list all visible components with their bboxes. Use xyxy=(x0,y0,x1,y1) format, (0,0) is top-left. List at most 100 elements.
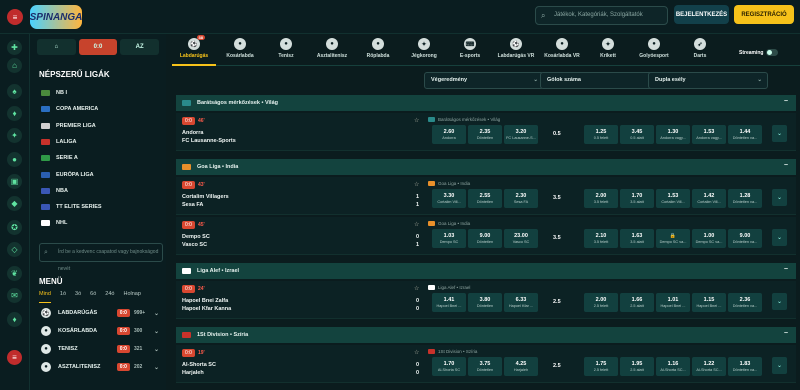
expand-markets-button[interactable]: ⌄ xyxy=(772,357,787,374)
sports-icon[interactable]: ● xyxy=(7,152,22,167)
match-row[interactable]: 0:0 43' Cortalim Villagers Sesa FA 1 1 ☆ Goa Li… xyxy=(176,177,796,215)
search-input[interactable]: ⌕ Játékok, Kategóriák, Szolgáltatók xyxy=(535,6,668,25)
away-team[interactable]: Harjaleh xyxy=(182,370,204,376)
home-team[interactable]: Al-Shorta SC xyxy=(182,362,216,368)
double-chance-button[interactable]: 1.42 Cortalim Vill... xyxy=(692,189,726,208)
time-filter-all[interactable]: Mind xyxy=(39,291,51,303)
away-team[interactable]: Sesa FA xyxy=(182,202,203,208)
vip-icon[interactable]: ♦ xyxy=(7,312,22,327)
goals-odds-button[interactable]: 1.25 0.5 felett xyxy=(584,125,618,144)
live-sports-icon[interactable]: ▣ xyxy=(7,174,22,189)
chevron-down-icon[interactable]: ⌄ xyxy=(154,364,159,371)
sport-tab-0[interactable]: ⚽ 38 Labdarúgás xyxy=(172,35,216,66)
time-filter-1h[interactable]: 1ó xyxy=(60,291,66,303)
sport-tab-1[interactable]: ● Kosárlabda xyxy=(218,38,262,66)
double-chance-button[interactable]: 1.28 Döntetlen va... xyxy=(728,189,762,208)
double-chance-button[interactable]: 2.36 Döntetlen va... xyxy=(728,293,762,312)
time-filter-tomorrow[interactable]: Holnap xyxy=(123,291,140,303)
goals-odds-button[interactable]: 1.66 2.5 alatt xyxy=(620,293,654,312)
collapse-icon[interactable]: − xyxy=(784,266,788,273)
odds-button[interactable]: 3.30 Cortalim Vill... xyxy=(432,189,466,208)
login-button[interactable]: BEJELENTKEZÉS xyxy=(674,5,729,24)
sidebar-league-item[interactable]: SERIE A xyxy=(41,151,78,165)
odds-button[interactable]: 4.25 Harjaleh xyxy=(504,357,538,376)
odds-button[interactable]: 3.80 Döntetlen xyxy=(468,293,502,312)
language-flag-icon[interactable]: ≡ xyxy=(7,350,22,365)
odds-button[interactable]: 2.60 Andorra xyxy=(432,125,466,144)
double-chance-button[interactable]: 1.15 Hapoel Bnei ... xyxy=(692,293,726,312)
double-chance-button[interactable]: 9.00 Döntetlen va... xyxy=(728,229,762,248)
logo[interactable]: SPINANGA xyxy=(30,5,82,29)
chevron-down-icon[interactable]: ⌄ xyxy=(154,310,159,317)
odds-button[interactable]: 9.00 Döntetlen xyxy=(468,229,502,248)
favorite-star-icon[interactable]: ☆ xyxy=(414,181,419,188)
sidebar-league-item[interactable]: LALIGA xyxy=(41,135,76,149)
sidebar-sport-item[interactable]: ⚽ LABDARÚGÁS 0:0 999+ ⌄ xyxy=(41,306,159,320)
sport-tab-2[interactable]: ● Tenisz xyxy=(264,38,308,66)
double-chance-button[interactable]: 1.83 Döntetlen va... xyxy=(728,357,762,376)
match-row[interactable]: 0:0 24' Hapoel Bnei Zalfa Hapoel Kfar Kanna… xyxy=(176,281,796,319)
sport-tab-8[interactable]: ● Kosárlabda VR xyxy=(540,38,584,66)
chevron-down-icon[interactable]: ⌄ xyxy=(154,328,159,335)
sidebar-league-item[interactable]: NHL xyxy=(41,216,67,230)
sidebar-league-item[interactable]: NB I xyxy=(41,86,67,100)
expand-markets-button[interactable]: ⌄ xyxy=(772,189,787,206)
league-header[interactable]: Goa Liga • India − xyxy=(176,159,796,175)
sport-tab-5[interactable]: ✦ Jégkorong xyxy=(402,38,446,66)
sidebar-league-item[interactable]: TT ELITE SERIES xyxy=(41,200,102,214)
odds-button[interactable]: 2.55 Döntetlen xyxy=(468,189,502,208)
sidebar-sport-item[interactable]: ● TENISZ 0:0 321 ⌄ xyxy=(41,342,159,356)
odds-button[interactable]: 3.20 FC Lausanne-S... xyxy=(504,125,538,144)
time-filter-24h[interactable]: 24ó xyxy=(105,291,114,303)
odds-button[interactable]: 2.30 Sesa FA xyxy=(504,189,538,208)
sidebar-sport-item[interactable]: ● ASZTALITENISZ 0:0 202 ⌄ xyxy=(41,360,159,374)
double-chance-button[interactable]: 1.44 Döntetlen va... xyxy=(728,125,762,144)
league-header[interactable]: Barátságos mérkőzések • Világ − xyxy=(176,95,796,111)
time-filter-6h[interactable]: 6ó xyxy=(90,291,96,303)
double-chance-button[interactable]: 1.16 Al-Shorta SC... xyxy=(656,357,690,376)
favorite-star-icon[interactable]: ☆ xyxy=(414,285,419,292)
expand-markets-button[interactable]: ⌄ xyxy=(772,229,787,246)
mail-icon[interactable]: ✉ xyxy=(7,288,22,303)
expand-markets-button[interactable]: ⌄ xyxy=(772,293,787,310)
home-team[interactable]: Cortalim Villagers xyxy=(182,194,229,200)
favorite-star-icon[interactable]: ☆ xyxy=(414,117,419,124)
favorite-star-icon[interactable]: ☆ xyxy=(414,349,419,356)
goals-odds-button[interactable]: 2.00 3.5 felett xyxy=(584,189,618,208)
team-search-input[interactable]: ⌕ Írd be a kedvenc csapatod vagy bajnoks… xyxy=(39,243,163,272)
live-casino-icon[interactable]: ♦ xyxy=(7,106,22,121)
sport-tab-9[interactable]: ✦ Krikett xyxy=(586,38,630,66)
match-row[interactable]: 0:0 19' Al-Shorta SC Harjaleh 0 0 ☆ 1St Divisio… xyxy=(176,345,796,383)
home-team[interactable]: Hapoel Bnei Zalfa xyxy=(182,298,228,304)
goals-odds-button[interactable]: 1.63 3.5 alatt xyxy=(620,229,654,248)
odds-button[interactable]: 6.33 Hapoel Kfar ... xyxy=(504,293,538,312)
sport-tab-10[interactable]: ● Golyóesport xyxy=(632,38,676,66)
sport-tab-7[interactable]: ⚽ Labdarúgás VR xyxy=(494,38,538,66)
double-chance-button[interactable]: 1.53 Cortalim Vill... xyxy=(656,189,690,208)
away-team[interactable]: Hapoel Kfar Kanna xyxy=(182,306,231,312)
away-team[interactable]: FC Lausanne-Sports xyxy=(182,138,236,144)
sidebar-league-item[interactable]: NBA xyxy=(41,184,68,198)
sport-tab-4[interactable]: ● Röplabda xyxy=(356,38,400,66)
goals-odds-button[interactable]: 1.70 3.5 alatt xyxy=(620,189,654,208)
collapse-icon[interactable]: − xyxy=(784,330,788,337)
double-chance-button[interactable]: 1.22 Al-Shorta SC... xyxy=(692,357,726,376)
odds-button[interactable]: 1.41 Hapoel Bnei ... xyxy=(432,293,466,312)
goals-odds-button[interactable]: 2.00 2.5 felett xyxy=(584,293,618,312)
odds-button[interactable]: 23.00 Vasco SC xyxy=(504,229,538,248)
time-filter-3h[interactable]: 3ó xyxy=(75,291,81,303)
virtual-icon[interactable]: ◆ xyxy=(7,196,22,211)
collapse-icon[interactable]: − xyxy=(784,98,788,105)
double-chance-button[interactable]: 1.53 Andorra vagy... xyxy=(692,125,726,144)
home-team[interactable]: Dempo SC xyxy=(182,234,210,240)
filter-double-chance-select[interactable]: Dupla esély ⌄ xyxy=(648,72,768,89)
double-chance-button[interactable]: 1.00 Dempo SC va... xyxy=(692,229,726,248)
odds-button[interactable]: 3.75 Döntetlen xyxy=(468,357,502,376)
tab-home[interactable]: ⌂ xyxy=(37,39,76,55)
home-team[interactable]: Andorra xyxy=(182,130,203,136)
away-team[interactable]: Vasco SC xyxy=(182,242,207,248)
match-row[interactable]: 0:0 45' Dempo SC Vasco SC 0 1 ☆ Goa Liga • Indi… xyxy=(176,217,796,255)
chevron-down-icon[interactable]: ⌄ xyxy=(154,346,159,353)
diamond-icon[interactable]: ◇ xyxy=(7,242,22,257)
toggle-switch[interactable] xyxy=(766,49,779,56)
